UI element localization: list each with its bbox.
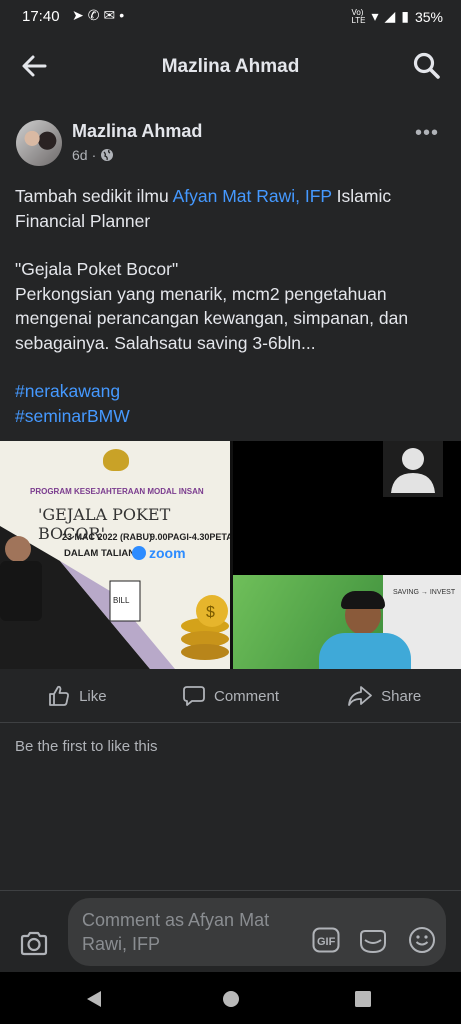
nav-recent-apps-icon[interactable] [354,990,372,1008]
post-author[interactable]: Mazlina Ahmad [72,121,202,142]
signal-icon: ◢ [384,8,396,24]
gif-label: GIF [317,936,336,948]
network-label: Vo) LTE [351,7,366,25]
sticker-icon[interactable] [358,927,388,955]
seminar-slide: PROGRAM KESEJAHTERAAN MODAL INSAN 'GEJAL… [0,441,230,669]
status-right: Vo) LTE ▾ ◢ ▮ 35% [351,8,443,25]
actions-divider [0,722,461,723]
share-button[interactable]: Share [307,670,461,722]
top-header: Mazlina Ahmad [0,34,461,98]
svg-text:$: $ [206,604,215,621]
notification-icons: ➤✆✉• [72,7,128,24]
status-time: 17:40 [22,8,60,25]
post-actions: Like Comment Share [0,670,461,722]
globe-icon [101,149,114,161]
comment-bubble-icon [183,686,205,706]
status-bar: 17:40 ➤✆✉• Vo) LTE ▾ ◢ ▮ 35% [0,0,461,34]
comment-bar-divider [0,890,461,891]
wifi-icon: ▾ [371,8,379,24]
battery-percent: 35% [414,8,443,25]
avatar[interactable] [16,120,62,166]
gif-icon[interactable]: GIF [312,927,340,953]
thumbs-up-icon [49,685,70,706]
camera-icon[interactable] [18,928,50,960]
share-arrow-icon [348,686,373,706]
messenger-icon: ✉ [103,7,120,23]
like-label: Like [79,687,107,705]
speaker-video: SAVING → INVEST [233,575,461,669]
likes-summary: Be the first to like this [15,738,158,755]
post-time[interactable]: 6d [72,147,88,163]
comment-label: Comment [213,687,280,705]
hashtag-seminarbmw[interactable]: #seminarBMW [15,404,445,429]
comment-placeholder: Comment as Afyan Mat Rawi, IFP [82,910,270,954]
post-quote: "Gejala Poket Bocor" [15,259,179,279]
comment-input[interactable]: Comment as Afyan Mat Rawi, IFP GIF [68,898,446,966]
whiteboard-text: SAVING → INVEST [393,589,456,596]
nav-back-icon[interactable] [84,989,104,1009]
nav-home-icon[interactable] [221,989,241,1009]
emoji-icon[interactable] [408,926,436,954]
post-body: Perkongsian yang menarik, mcm2 pengetahu… [15,283,409,353]
slide-artwork: BILL $ [0,526,229,669]
dot-icon: • [119,7,129,23]
post-meta: 6d · [72,147,114,163]
telegram-icon: ➤ [72,7,88,23]
like-button[interactable]: Like [0,670,154,722]
hashtag-nerakawang[interactable]: #nerakawang [15,379,445,404]
system-nav-bar [0,972,461,1024]
battery-icon: ▮ [401,8,409,24]
header-title: Mazlina Ahmad [161,56,300,77]
mention-link[interactable]: Afyan Mat Rawi, IFP [173,186,332,206]
whatsapp-icon: ✆ [87,7,104,23]
post-text: Tambah sedikit ilmu Afyan Mat Rawi, IFP … [15,184,445,428]
bill-label: BILL [113,596,130,605]
search-icon[interactable] [411,50,443,82]
participant-tile [233,441,461,575]
more-options-icon[interactable]: ••• [415,122,439,145]
post-image[interactable]: PROGRAM KESEJAHTERAAN MODAL INSAN 'GEJAL… [0,441,461,669]
person-placeholder-icon [383,441,443,497]
post-line-1: Tambah sedikit ilmu Afyan Mat Rawi, IFP … [15,186,392,231]
comment-button[interactable]: Comment [154,670,308,722]
share-label: Share [381,687,422,705]
